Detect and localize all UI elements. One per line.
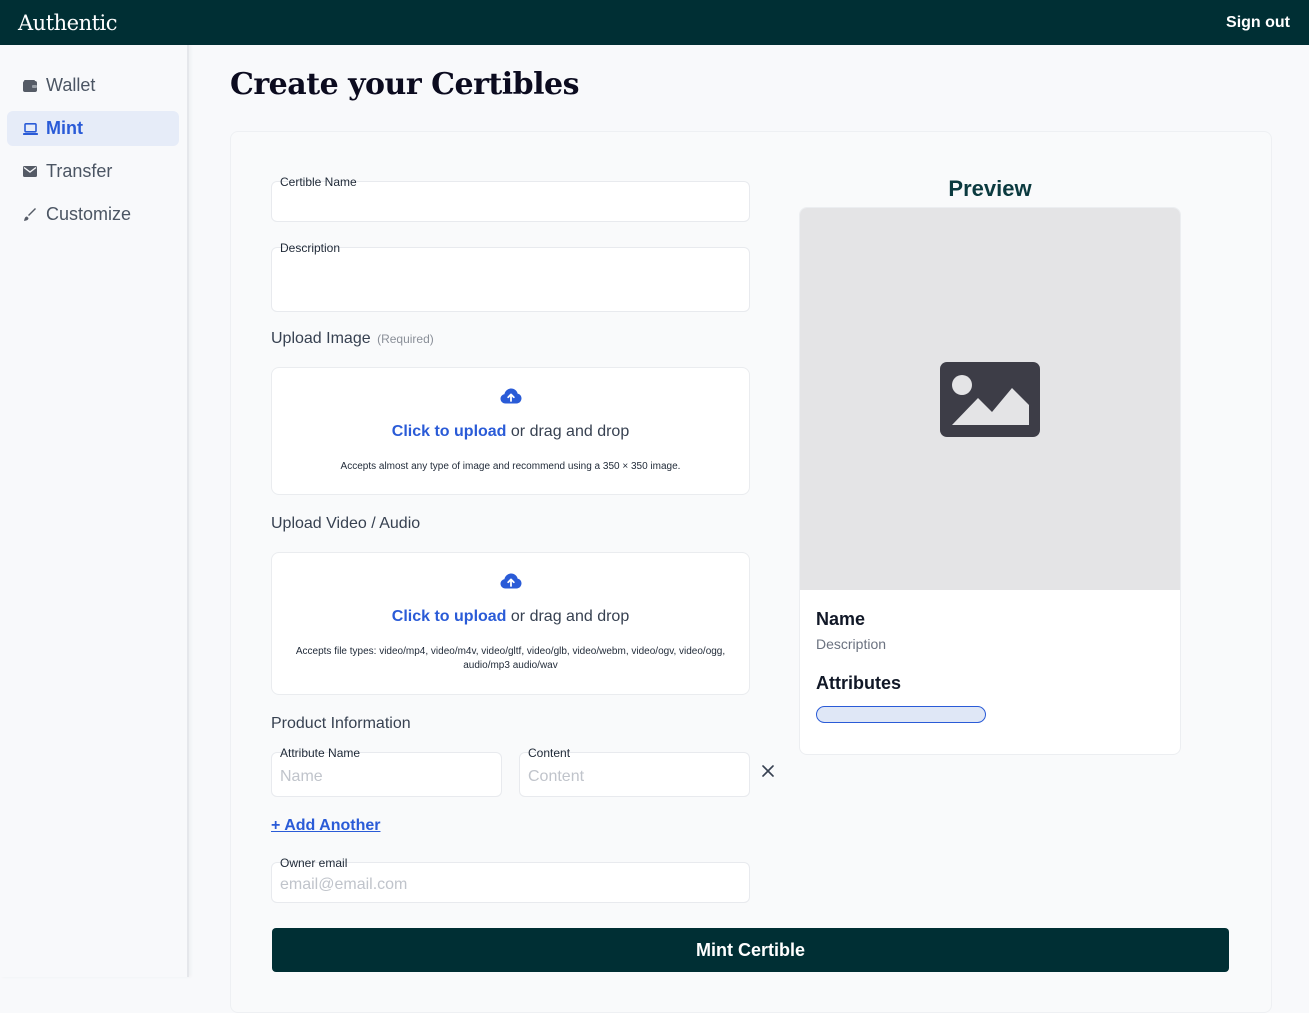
- brush-icon: [22, 207, 38, 223]
- add-another-link[interactable]: + Add Another: [271, 817, 380, 835]
- attribute-name-label: Attribute Name: [280, 746, 361, 760]
- attribute-name-field[interactable]: Attribute Name: [271, 746, 502, 797]
- sign-out-button[interactable]: Sign out: [1226, 14, 1290, 32]
- preview-description: Description: [816, 636, 887, 652]
- top-bar: Authentic Sign out: [0, 0, 1309, 45]
- owner-email-label: Owner email: [280, 856, 348, 870]
- sidebar-item-label: Wallet: [46, 75, 96, 95]
- image-placeholder-icon: [940, 361, 1040, 437]
- sidebar: Wallet Mint Transfer Customize: [0, 45, 189, 977]
- cloud-upload-icon: [500, 573, 521, 589]
- image-upload-hint: Accepts almost any type of image and rec…: [340, 461, 681, 472]
- video-dropzone[interactable]: Click to upload or drag and drop Accepts…: [271, 552, 750, 695]
- upload-image-title: Upload Image (Required): [271, 330, 434, 348]
- preview-card: Name Description Attributes: [799, 207, 1181, 755]
- attribute-content-input[interactable]: [528, 767, 741, 787]
- preview-attribute-pill: [816, 706, 986, 723]
- video-drag-drop-text: or drag and drop: [510, 608, 630, 625]
- image-upload-prompt: Click to upload or drag and drop: [272, 423, 749, 441]
- upload-image-title-text: Upload Image: [271, 330, 371, 347]
- certible-name-label: Certible Name: [280, 175, 357, 189]
- owner-email-input[interactable]: [280, 875, 741, 895]
- wallet-icon: [22, 78, 38, 94]
- laptop-icon: [22, 121, 38, 137]
- attribute-content-label: Content: [528, 746, 571, 760]
- sidebar-item-label: Customize: [46, 204, 132, 224]
- mint-certible-button[interactable]: Mint Certible: [272, 928, 1229, 972]
- sidebar-item-label: Transfer: [46, 161, 113, 181]
- certible-name-field[interactable]: Certible Name: [271, 175, 750, 222]
- sidebar-item-label: Mint: [46, 118, 83, 138]
- video-upload-prompt: Click to upload or drag and drop: [272, 608, 749, 626]
- sidebar-item-wallet[interactable]: Wallet: [7, 68, 179, 103]
- image-drag-drop-text: or drag and drop: [510, 423, 630, 440]
- attribute-name-input[interactable]: [280, 767, 493, 787]
- description-field[interactable]: Description: [271, 241, 750, 312]
- description-input[interactable]: [280, 262, 741, 306]
- image-click-to-upload-link[interactable]: Click to upload: [392, 423, 507, 440]
- video-click-to-upload-link[interactable]: Click to upload: [392, 608, 507, 625]
- product-info-title: Product Information: [271, 715, 411, 732]
- preview-image-placeholder: [800, 208, 1180, 590]
- preview-title: Preview: [948, 176, 1032, 201]
- owner-email-field[interactable]: Owner email: [271, 856, 750, 903]
- cloud-upload-icon: [500, 388, 521, 404]
- remove-attribute-close-icon[interactable]: [762, 765, 774, 777]
- certible-name-input[interactable]: [280, 196, 741, 216]
- description-label: Description: [280, 241, 341, 255]
- preview-attributes-title: Attributes: [816, 673, 901, 693]
- image-dropzone[interactable]: Click to upload or drag and drop Accepts…: [271, 367, 750, 495]
- upload-video-title: Upload Video / Audio: [271, 515, 421, 532]
- preview-name: Name: [816, 609, 866, 629]
- attribute-content-field[interactable]: Content: [519, 746, 750, 797]
- required-tag: (Required): [377, 332, 434, 346]
- sidebar-item-transfer[interactable]: Transfer: [7, 154, 179, 189]
- mint-form-card: Certible Name Description Upload Image (…: [230, 131, 1272, 1013]
- page-title: Create your Certibles: [230, 67, 579, 102]
- video-upload-hint: Accepts file types: video/mp4, video/m4v…: [295, 646, 726, 671]
- sidebar-item-customize[interactable]: Customize: [7, 197, 179, 232]
- brand-logo[interactable]: Authentic: [18, 11, 118, 35]
- envelope-icon: [22, 164, 38, 180]
- main-content: Create your Certibles Certible Name Desc…: [190, 45, 1309, 1013]
- sidebar-item-mint[interactable]: Mint: [7, 111, 179, 146]
